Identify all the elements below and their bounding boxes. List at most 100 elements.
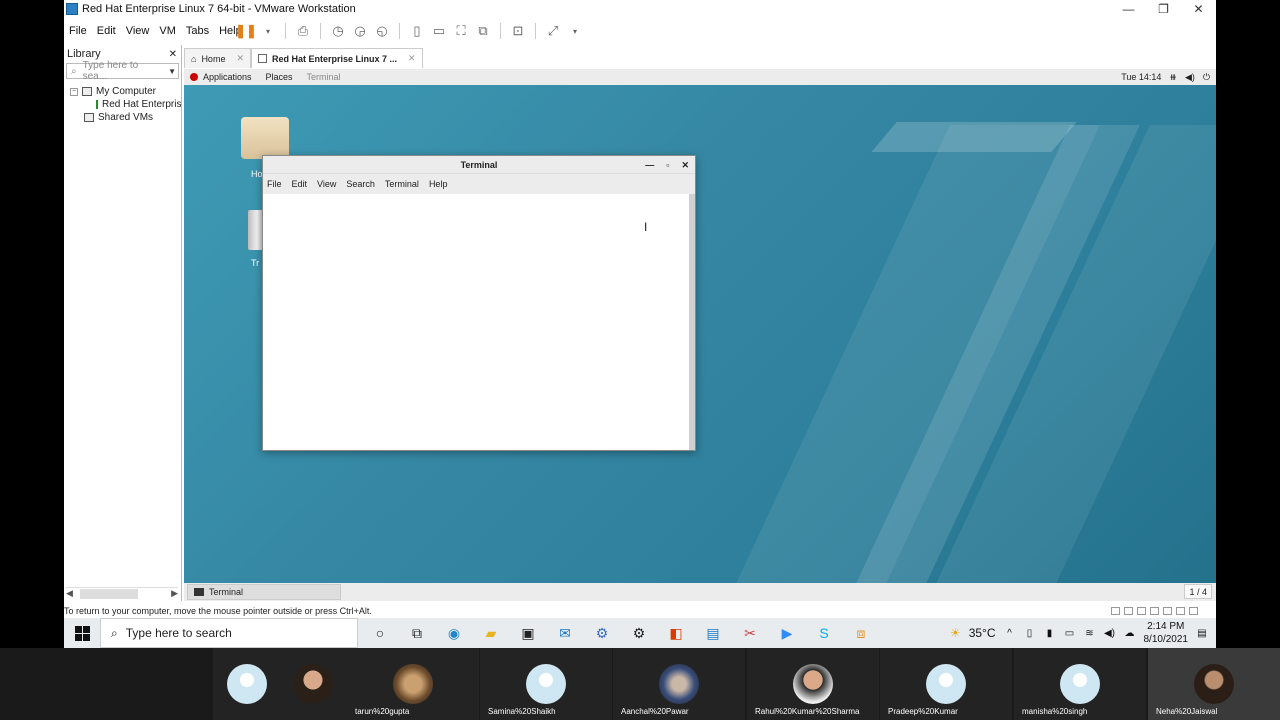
file-explorer-icon[interactable]: ▰	[479, 621, 503, 645]
terminal-body[interactable]	[263, 194, 691, 450]
library-close-icon[interactable]: ✕	[169, 49, 177, 60]
weather-icon[interactable]: ☀	[950, 626, 961, 640]
minimize-button[interactable]: —	[1111, 0, 1146, 18]
terminal-maximize-icon[interactable]: ▫	[666, 160, 669, 170]
scroll-thumb[interactable]	[80, 588, 138, 599]
participant-tile[interactable]: Rahul%20Kumar%20Sharma	[747, 648, 879, 720]
gnome-clock[interactable]: Tue 14:14	[1121, 72, 1161, 82]
volume-icon[interactable]: ◀)	[1104, 628, 1116, 639]
show-library-icon[interactable]: ▯	[409, 23, 425, 39]
terminal-scrollbar[interactable]	[689, 194, 695, 450]
terminal-titlebar[interactable]: Terminal — ▫ ✕	[263, 156, 695, 174]
notifications-icon[interactable]: ▤	[1196, 628, 1208, 639]
vpn-icon[interactable]: ⚙	[590, 621, 614, 645]
cd-icon[interactable]	[1124, 606, 1133, 615]
microphone-icon[interactable]: ▮	[1044, 628, 1056, 639]
taskbar-clock[interactable]: 2:14 PM 8/10/2021	[1144, 620, 1189, 646]
edge-icon[interactable]: ◉	[442, 621, 466, 645]
display-icon[interactable]	[1189, 606, 1198, 615]
participant-tile[interactable]: Aanchal%20Pawar	[613, 648, 745, 720]
device-icon[interactable]: ▯	[1024, 628, 1036, 639]
dropdown-icon[interactable]: ▾	[260, 23, 276, 39]
zoom-icon[interactable]: ▶	[775, 621, 799, 645]
participant-tile[interactable]: Neha%20Jaiswal	[1148, 648, 1280, 720]
tree-item-my-computer[interactable]: − My Computer	[64, 85, 181, 98]
skype-icon[interactable]: S	[812, 621, 836, 645]
network-tool-icon[interactable]: ▤	[701, 621, 725, 645]
mail-icon[interactable]: ✉	[553, 621, 577, 645]
guest-display[interactable]: Applications Places Terminal Tue 14:14 ⧻…	[184, 69, 1216, 601]
scroll-left-icon[interactable]: ◀	[66, 588, 73, 599]
tab-home[interactable]: ⌂ Home ✕	[184, 48, 251, 68]
full-screen-icon[interactable]: ⛶	[453, 23, 469, 39]
revert-snapshot-icon[interactable]: ◶	[352, 23, 368, 39]
sound-icon[interactable]	[1163, 606, 1172, 615]
volume-icon[interactable]: ◀)	[1185, 72, 1195, 83]
wifi-icon[interactable]: ≋	[1084, 628, 1096, 639]
thumbnail-bar-icon[interactable]: ▭	[431, 23, 447, 39]
hdd-icon[interactable]	[1111, 606, 1120, 615]
chevron-up-icon[interactable]: ^	[1004, 628, 1016, 639]
tab-close-icon[interactable]: ✕	[408, 53, 416, 64]
office-icon[interactable]: ◧	[664, 621, 688, 645]
usb-icon[interactable]	[1150, 606, 1159, 615]
windows-start-icon[interactable]	[64, 618, 100, 648]
terminal-menu-edit[interactable]: Edit	[292, 179, 308, 189]
vmware-taskbar-icon[interactable]: ⧈	[849, 621, 873, 645]
chevron-down-icon[interactable]: ▼	[168, 67, 176, 76]
terminal-window[interactable]: Terminal — ▫ ✕ File Edit View Search Ter…	[262, 155, 696, 451]
menu-tabs[interactable]: Tabs	[181, 25, 214, 37]
dropdown-icon[interactable]: ▾	[567, 23, 583, 39]
maximize-button[interactable]: ❐	[1146, 0, 1181, 18]
snapshot-icon[interactable]: ◷	[330, 23, 346, 39]
gnome-places-menu[interactable]: Places	[266, 72, 293, 82]
close-button[interactable]: ✕	[1181, 0, 1216, 18]
gnome-active-app[interactable]: Terminal	[307, 72, 341, 82]
terminal-menu-search[interactable]: Search	[346, 179, 375, 189]
cortana-icon[interactable]: ○	[368, 621, 392, 645]
gnome-window-list-terminal[interactable]: Terminal	[187, 584, 341, 600]
gnome-applications-menu[interactable]: Applications	[203, 72, 252, 82]
menu-file[interactable]: File	[64, 25, 92, 37]
menu-edit[interactable]: Edit	[92, 25, 121, 37]
home-folder-icon[interactable]	[241, 117, 289, 159]
power-icon[interactable]: ⏻	[1203, 72, 1210, 83]
tree-item-vm[interactable]: Red Hat Enterprise	[64, 98, 181, 111]
network-icon[interactable]: ⧻	[1169, 72, 1177, 83]
onedrive-icon[interactable]: ☁	[1124, 628, 1136, 639]
library-scrollbar[interactable]: ◀ ▶	[66, 587, 178, 599]
menu-vm[interactable]: VM	[154, 25, 181, 37]
participant-tile[interactable]: manisha%20singh	[1014, 648, 1146, 720]
terminal-menu-help[interactable]: Help	[429, 179, 448, 189]
battery-icon[interactable]: ▭	[1064, 628, 1076, 639]
participant-tile[interactable]: Samina%20Shaikh	[480, 648, 612, 720]
library-search-input[interactable]: ⌕ Type here to sea... ▼	[66, 60, 179, 82]
printer-icon[interactable]	[1176, 606, 1185, 615]
terminal-close-icon[interactable]: ✕	[681, 160, 689, 171]
pause-icon[interactable]: ❚❚	[235, 23, 257, 39]
unity-icon[interactable]: ⧉	[475, 23, 491, 39]
taskbar-search-input[interactable]: ⌕ Type here to search	[100, 618, 358, 648]
participant-tile[interactable]	[213, 648, 347, 720]
terminal-menu-terminal[interactable]: Terminal	[385, 179, 419, 189]
stretch-guest-icon[interactable]: ⤢	[545, 23, 561, 39]
network-adapter-icon[interactable]	[1137, 606, 1146, 615]
tab-close-icon[interactable]: ✕	[236, 53, 244, 64]
send-ctrl-alt-del-icon[interactable]: ⎙	[295, 23, 311, 39]
task-view-icon[interactable]: ⧉	[405, 621, 429, 645]
terminal-menu-file[interactable]: File	[267, 179, 282, 189]
store-icon[interactable]: ▣	[516, 621, 540, 645]
snipping-icon[interactable]: ✂	[738, 621, 762, 645]
collapse-icon[interactable]: −	[70, 87, 78, 96]
weather-temp[interactable]: 35°C	[969, 626, 996, 640]
gnome-desktop[interactable]: Ho Tr Terminal — ▫ ✕ File Edit View Sear…	[184, 85, 1216, 583]
settings-icon[interactable]: ⚙	[627, 621, 651, 645]
menu-view[interactable]: View	[121, 25, 155, 37]
participant-tile[interactable]: tarun%20gupta	[347, 648, 479, 720]
workspace-indicator[interactable]: 1 / 4	[1184, 584, 1212, 599]
console-view-icon[interactable]: ⊡	[510, 23, 526, 39]
terminal-menu-view[interactable]: View	[317, 179, 336, 189]
tab-rhel[interactable]: Red Hat Enterprise Linux 7 ... ✕	[251, 48, 423, 68]
tree-item-shared-vms[interactable]: Shared VMs	[64, 111, 181, 124]
snapshot-manager-icon[interactable]: ◵	[374, 23, 390, 39]
